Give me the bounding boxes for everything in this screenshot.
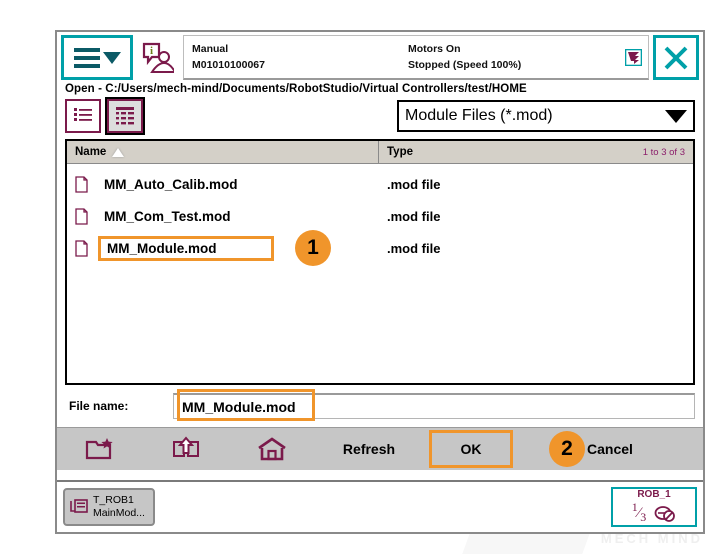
controller-status-panel[interactable]: Manual M01010100067 Motors On Stopped (S… bbox=[183, 35, 649, 80]
file-name-cell: MM_Com_Test.mod bbox=[67, 206, 379, 227]
quickset-jog-panel[interactable]: ROB_1 1⁄3 bbox=[611, 487, 697, 527]
dialog-body: Module Files (*.mod) Name Type 1 to 3 of… bbox=[57, 97, 703, 427]
column-header-type-label: Type bbox=[387, 146, 413, 158]
file-icon bbox=[75, 207, 88, 225]
jog-row: 1⁄3 bbox=[632, 500, 677, 525]
annotation-badge-2: 2 bbox=[549, 431, 585, 467]
operating-mode-block: Manual M01010100067 bbox=[184, 41, 400, 73]
file-name-label: File name: bbox=[69, 399, 129, 413]
annotation-badge-1: 1 bbox=[295, 230, 331, 266]
dialog-path-title: Open - C:/Users/mech-mind/Documents/Robo… bbox=[65, 83, 527, 95]
column-header-name-label: Name bbox=[75, 146, 107, 158]
top-status-bar: i Manual M01010100067 Motors On Stopped … bbox=[57, 32, 703, 80]
file-icon bbox=[75, 239, 88, 257]
file-name-text-selected: MM_Module.mod bbox=[98, 235, 274, 261]
operating-mode: Manual bbox=[192, 43, 229, 55]
task-button-labels: T_ROB1 MainMod... bbox=[93, 494, 145, 520]
close-button[interactable] bbox=[653, 35, 699, 80]
close-icon bbox=[664, 46, 688, 69]
sort-ascending-icon bbox=[112, 147, 125, 157]
column-header-name[interactable]: Name bbox=[67, 141, 379, 163]
table-row[interactable]: MM_Auto_Calib.mod .mod file bbox=[67, 168, 693, 200]
file-name-cell: MM_Auto_Calib.mod bbox=[67, 174, 379, 195]
file-type-cell: .mod file bbox=[387, 208, 441, 224]
jog-numerator: 1 bbox=[631, 500, 638, 514]
refresh-button[interactable]: Refresh bbox=[315, 428, 423, 470]
new-folder-icon bbox=[85, 438, 113, 460]
jog-disabled-icon bbox=[654, 505, 676, 522]
detail-view-button[interactable] bbox=[105, 97, 145, 135]
up-one-level-icon bbox=[173, 436, 199, 457]
list-view-button[interactable] bbox=[65, 99, 101, 133]
column-header-type[interactable]: Type 1 to 3 of 3 bbox=[379, 141, 693, 163]
file-name-input[interactable]: MM_Module.mod bbox=[173, 393, 695, 419]
view-toolbar: Module Files (*.mod) bbox=[65, 97, 695, 139]
run-state: Stopped (Speed 100%) bbox=[408, 59, 522, 71]
table-row[interactable]: MM_Com_Test.mod .mod file bbox=[67, 200, 693, 232]
motors-state: Motors On bbox=[408, 43, 461, 55]
hamburger-menu-icon bbox=[73, 47, 100, 68]
file-name-text: MM_Com_Test.mod bbox=[104, 208, 231, 224]
controller-id: M01010100067 bbox=[192, 59, 265, 71]
detail-view-icon bbox=[116, 107, 134, 125]
item-count-label: 1 to 3 of 3 bbox=[642, 146, 685, 158]
program-task-icon bbox=[70, 499, 88, 513]
file-type-cell: .mod file bbox=[387, 176, 441, 192]
home-button[interactable] bbox=[229, 436, 315, 462]
table-row[interactable]: MM_Module.mod .mod file 1 bbox=[67, 230, 693, 266]
jog-denominator: 3 bbox=[640, 510, 647, 524]
list-view-icon bbox=[74, 108, 92, 121]
file-name-row: File name: MM_Module.mod bbox=[65, 385, 695, 427]
file-type-filter-dropdown[interactable]: Module Files (*.mod) bbox=[397, 100, 695, 132]
emergency-stop-icon bbox=[618, 48, 648, 66]
motor-status-block: Motors On Stopped (Speed 100%) bbox=[400, 41, 618, 73]
svg-text:i: i bbox=[150, 45, 153, 57]
dialog-action-bar: Refresh OK 2 Cancel bbox=[57, 427, 703, 470]
file-list-rows: MM_Auto_Calib.mod .mod file MM_Com_Test.… bbox=[67, 164, 693, 383]
file-name-cell: MM_Module.mod bbox=[67, 235, 379, 261]
new-folder-button[interactable] bbox=[57, 437, 143, 461]
file-name-input-wrapper: MM_Module.mod bbox=[173, 389, 695, 421]
operator-info-icon[interactable]: i bbox=[133, 35, 181, 80]
file-list-header: Name Type 1 to 3 of 3 bbox=[67, 141, 693, 164]
home-icon bbox=[258, 437, 286, 461]
file-name-text: MM_Auto_Calib.mod bbox=[104, 176, 238, 192]
chevron-down-icon bbox=[665, 109, 687, 123]
jog-mechanical-unit: ROB_1 bbox=[637, 489, 671, 500]
jog-increment-fraction: 1⁄3 bbox=[631, 500, 647, 524]
file-type-cell: .mod file bbox=[387, 240, 441, 256]
teach-pendant-window: i Manual M01010100067 Motors On Stopped … bbox=[55, 30, 705, 534]
file-list[interactable]: Name Type 1 to 3 of 3 MM_Auto_Calib.mod … bbox=[65, 139, 695, 385]
file-type-filter-value: Module Files (*.mod) bbox=[405, 107, 553, 124]
file-icon bbox=[75, 175, 88, 193]
task-name: T_ROB1 bbox=[93, 494, 134, 506]
task-module: MainMod... bbox=[93, 507, 145, 519]
pendant-taskbar: T_ROB1 MainMod... ROB_1 1⁄3 bbox=[57, 480, 703, 532]
main-menu-button[interactable] bbox=[61, 35, 133, 80]
chevron-down-icon bbox=[102, 51, 121, 64]
up-one-level-button[interactable] bbox=[143, 436, 229, 462]
task-button-t-rob1[interactable]: T_ROB1 MainMod... bbox=[63, 488, 155, 526]
ok-button[interactable]: OK bbox=[429, 430, 513, 468]
